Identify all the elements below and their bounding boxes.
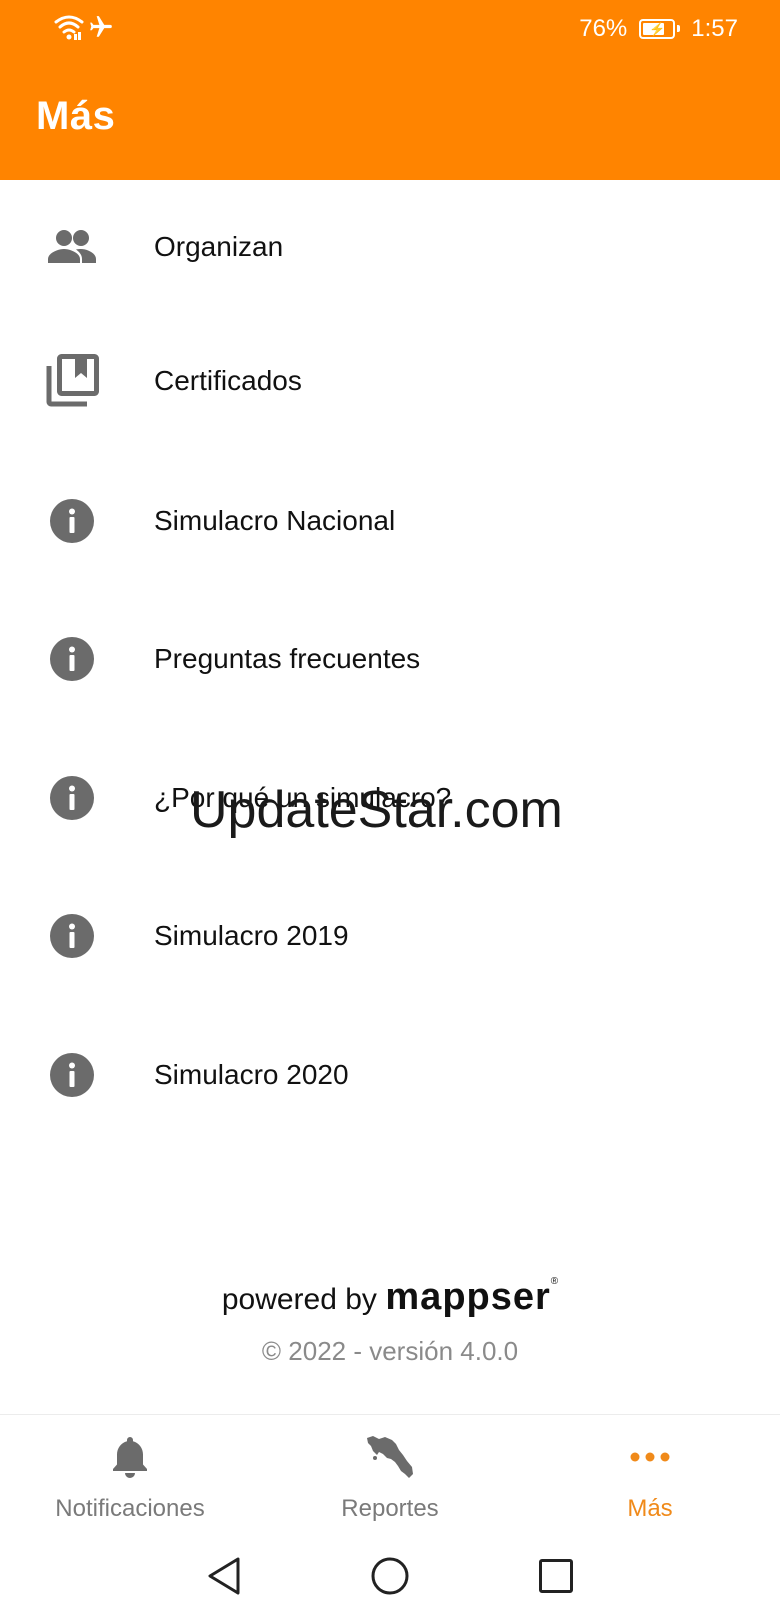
- status-bar-right: 76% ⚡ 1:57: [579, 12, 738, 46]
- tab-label: Reportes: [341, 1495, 439, 1522]
- mappser-logo: mappser: [385, 1276, 551, 1318]
- tab-label: Notificaciones: [55, 1495, 205, 1522]
- info-icon: [44, 631, 100, 687]
- back-icon[interactable]: [200, 1552, 248, 1600]
- tab-label: Más: [627, 1495, 673, 1522]
- people-icon: [44, 219, 100, 275]
- powered-by-text: powered by: [221, 1283, 377, 1316]
- system-navigation-bar: [0, 1534, 780, 1620]
- app-header: 76% ⚡ 1:57 Más: [0, 0, 780, 180]
- status-time: 1:57: [691, 15, 738, 42]
- powered-by-brand: powered by mappser®: [0, 1276, 780, 1319]
- menu-item-simulacro-nacional[interactable]: Simulacro Nacional: [0, 454, 780, 588]
- airplane-mode-icon: [88, 14, 114, 45]
- more-dots-icon: [624, 1433, 676, 1481]
- tab-reportes[interactable]: Reportes: [260, 1415, 520, 1535]
- home-icon[interactable]: [366, 1552, 414, 1600]
- costa-rica-map-icon: [364, 1433, 416, 1481]
- info-icon: [44, 908, 100, 964]
- battery-charging-icon: ⚡: [639, 19, 681, 39]
- status-bar-left: [54, 14, 114, 44]
- menu-item-preguntas-frecuentes[interactable]: Preguntas frecuentes: [0, 592, 780, 726]
- bookmarks-icon: [44, 353, 100, 409]
- bottom-navigation: Notificaciones Reportes Más: [0, 1414, 780, 1535]
- wifi-icon: [54, 13, 84, 46]
- tab-mas[interactable]: Más: [520, 1415, 780, 1535]
- battery-percent: 76%: [579, 15, 628, 42]
- menu-item-label: Certificados: [154, 365, 302, 396]
- menu-item-certificados[interactable]: Certificados: [0, 314, 780, 448]
- menu-item-label: ¿Por qué un simulacro?: [154, 782, 452, 813]
- menu-item-simulacro-2020[interactable]: Simulacro 2020: [0, 1008, 780, 1142]
- menu-item-label: Simulacro 2019: [154, 920, 349, 951]
- menu-item-label: Simulacro 2020: [154, 1059, 349, 1090]
- charging-bolt-icon: ⚡: [649, 21, 666, 37]
- menu-item-por-que-un-simulacro[interactable]: ¿Por qué un simulacro?: [0, 731, 780, 865]
- tab-notificaciones[interactable]: Notificaciones: [0, 1415, 260, 1535]
- recents-icon[interactable]: [532, 1552, 580, 1600]
- menu-item-label: Preguntas frecuentes: [154, 643, 421, 674]
- info-icon: [44, 493, 100, 549]
- page-title: Más: [36, 94, 116, 138]
- info-icon: [44, 1047, 100, 1103]
- bell-icon: [104, 1433, 156, 1481]
- menu-item-label: Simulacro Nacional: [154, 505, 396, 536]
- menu-item-organizan[interactable]: Organizan: [0, 180, 780, 314]
- version-text: © 2022 - versión 4.0.0: [261, 1336, 519, 1366]
- menu-item-label: Organizan: [154, 231, 284, 262]
- menu-item-simulacro-2019[interactable]: Simulacro 2019: [0, 869, 780, 1003]
- registered-mark: ®: [550, 1276, 559, 1287]
- info-icon: [44, 770, 100, 826]
